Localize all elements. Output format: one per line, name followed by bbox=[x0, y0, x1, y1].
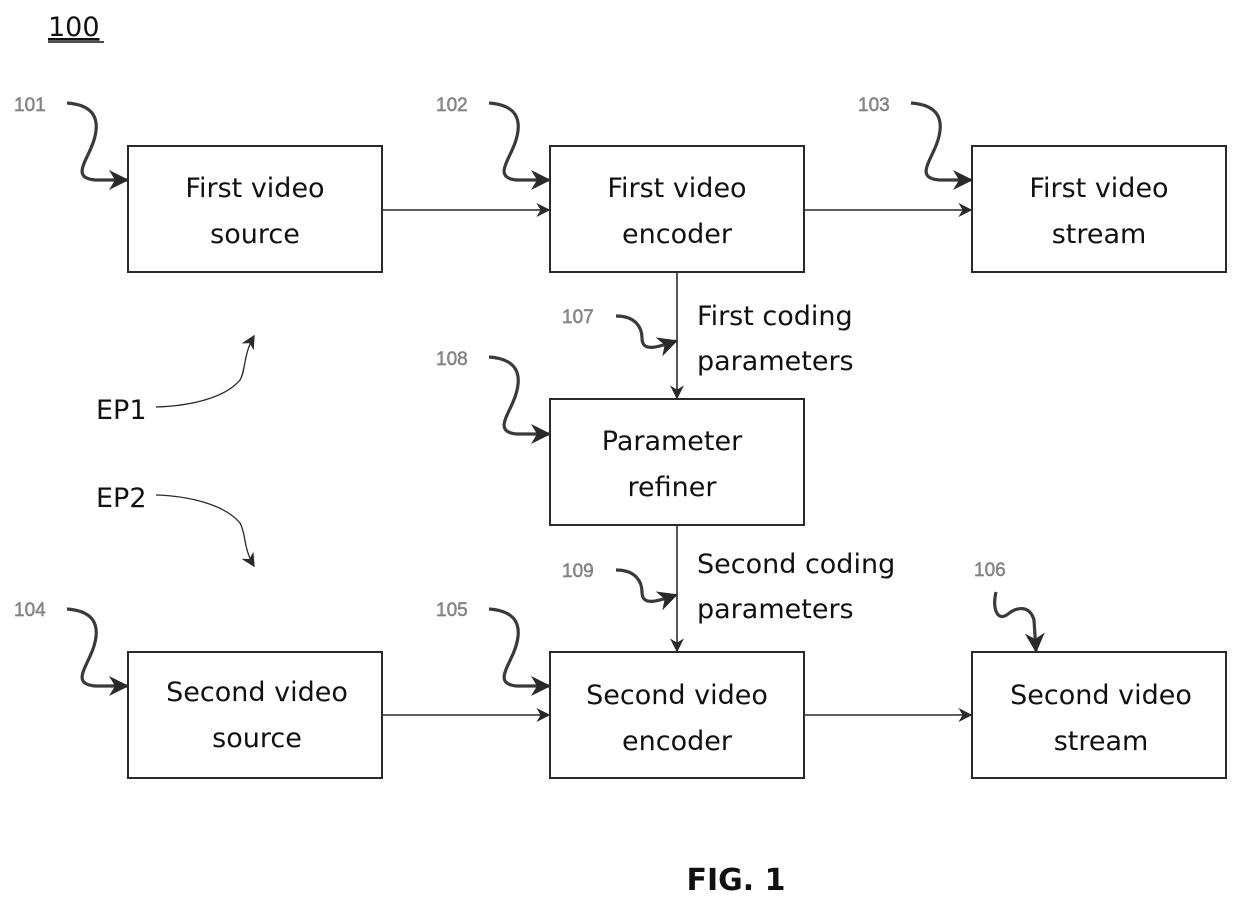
first-video-stream-line2: stream bbox=[1052, 219, 1147, 250]
block-second-video-source: Second video source bbox=[127, 651, 383, 779]
first-coding-parameters-line1: First coding bbox=[697, 301, 853, 332]
first-coding-parameters-line2: parameters bbox=[697, 346, 854, 377]
leader-106-icon bbox=[993, 591, 1045, 653]
ep2-label: EP2 bbox=[96, 483, 147, 514]
block-first-video-encoder: First video encoder bbox=[549, 145, 805, 273]
leader-102-icon bbox=[488, 101, 551, 190]
ep1-label: EP1 bbox=[96, 395, 147, 426]
second-video-source-line2: source bbox=[212, 723, 302, 754]
parameter-refiner-line1: Parameter bbox=[602, 426, 743, 457]
leader-103-icon bbox=[910, 101, 973, 190]
second-video-encoder-line1: Second video bbox=[586, 680, 768, 711]
ref-109: 109 bbox=[562, 561, 594, 582]
ref-107: 107 bbox=[562, 307, 594, 328]
block-second-video-stream: Second video stream bbox=[971, 651, 1227, 779]
leader-107-icon bbox=[615, 314, 678, 357]
ref-103: 103 bbox=[858, 95, 890, 116]
ref-108: 108 bbox=[436, 349, 468, 370]
second-video-source-line1: Second video bbox=[166, 677, 348, 708]
second-video-encoder-line2: encoder bbox=[622, 726, 733, 757]
first-video-encoder-line2: encoder bbox=[622, 219, 733, 250]
ref-101: 101 bbox=[14, 95, 46, 116]
second-video-stream-box bbox=[971, 651, 1227, 779]
block-diagram: 100 First video source First video encod… bbox=[14, 12, 1227, 898]
block-parameter-refiner: Parameter refiner bbox=[549, 398, 805, 526]
ep1-arrow-icon bbox=[155, 334, 255, 408]
first-video-encoder-box bbox=[549, 145, 805, 273]
second-video-source-box bbox=[127, 651, 383, 779]
figure-caption: FIG. 1 bbox=[687, 863, 786, 898]
first-video-encoder-line1: First video bbox=[607, 173, 746, 204]
block-second-video-encoder: Second video encoder bbox=[549, 651, 805, 779]
first-video-stream-box bbox=[971, 145, 1227, 273]
ref-105: 105 bbox=[436, 600, 468, 621]
ep2-arrow-icon bbox=[155, 494, 255, 568]
second-video-stream-line2: stream bbox=[1054, 726, 1149, 757]
first-video-stream-line1: First video bbox=[1029, 173, 1168, 204]
second-coding-parameters-line1: Second coding bbox=[697, 549, 895, 580]
second-coding-parameters-line2: parameters bbox=[697, 594, 854, 625]
leader-101-icon bbox=[66, 101, 129, 190]
block-first-video-stream: First video stream bbox=[971, 145, 1227, 273]
parameter-refiner-box bbox=[549, 398, 805, 526]
ref-106: 106 bbox=[974, 560, 1006, 581]
figure-number: 100 bbox=[48, 12, 100, 43]
parameter-refiner-line2: refiner bbox=[628, 472, 718, 503]
leader-109-icon bbox=[615, 568, 678, 611]
second-video-encoder-box bbox=[549, 651, 805, 779]
first-video-source-line2: source bbox=[210, 219, 300, 250]
leader-105-icon bbox=[488, 607, 551, 696]
second-video-stream-line1: Second video bbox=[1010, 680, 1192, 711]
ref-102: 102 bbox=[436, 95, 468, 116]
leader-104-icon bbox=[66, 607, 129, 696]
block-first-video-source: First video source bbox=[127, 145, 383, 273]
ref-104: 104 bbox=[14, 600, 46, 621]
first-video-source-line1: First video bbox=[185, 173, 324, 204]
first-video-source-box bbox=[127, 145, 383, 273]
leader-108-icon bbox=[488, 355, 551, 444]
